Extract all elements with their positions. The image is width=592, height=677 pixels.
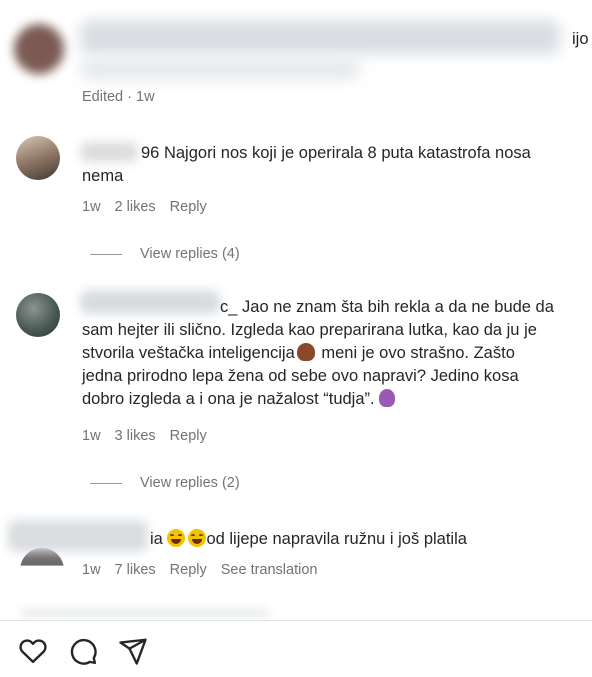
comment-text: 96 Najgori nos koji je operirala 8 puta … xyxy=(141,142,591,165)
comment-username[interactable]: ia xyxy=(150,530,163,548)
view-replies-label[interactable]: View replies (4) xyxy=(140,246,240,262)
comment-body: Jao ne znam šta bih rekla a da ne bude d… xyxy=(242,298,554,316)
comment-body: dobro izgleda a i ona je nažalost “tudja… xyxy=(82,390,375,408)
reply-button[interactable]: Reply xyxy=(170,199,207,215)
blurred-next-comment xyxy=(20,608,270,618)
blurred-username xyxy=(8,520,148,552)
comment-text-continued: nema xyxy=(82,167,124,185)
comment-body: od lijepe napravila ružnu i još platila xyxy=(206,530,467,548)
comment-text-line: sam hejter ili slično. Izgleda kao prepa… xyxy=(82,321,537,339)
likes-count[interactable]: 3 likes xyxy=(115,428,156,444)
person-shrug-emoji-icon xyxy=(296,343,315,361)
edited-time: Edited · 1w xyxy=(82,89,155,105)
divider xyxy=(90,482,122,484)
avatar[interactable] xyxy=(14,24,64,74)
comment-text: ia od lijepe napravila ružnu i još plati… xyxy=(150,528,467,551)
view-replies-button[interactable]: View replies (2) xyxy=(90,475,240,491)
see-translation-button[interactable]: See translation xyxy=(221,562,318,578)
view-replies-label[interactable]: View replies (2) xyxy=(140,475,240,491)
reply-button[interactable]: Reply xyxy=(170,562,207,578)
comment-username[interactable]: 96 xyxy=(141,144,159,162)
comment-text-line: stvorila veštačka inteligencija meni je … xyxy=(82,342,592,365)
comment-time: 1w xyxy=(82,199,101,215)
likes-count[interactable]: 7 likes xyxy=(115,562,156,578)
comment-text-line: dobro izgleda a i ona je nažalost “tudja… xyxy=(82,388,395,411)
person-raising-hands-emoji-icon xyxy=(378,389,395,407)
comment-body: meni je ovo strašno. Zašto xyxy=(316,344,515,362)
avatar[interactable] xyxy=(16,293,60,337)
laughing-emoji-icon xyxy=(188,529,207,547)
likes-count[interactable]: 2 likes xyxy=(115,199,156,215)
comment-text-line: jedna prirodno lepa žena od sebe ovo nap… xyxy=(82,367,519,385)
avatar[interactable] xyxy=(16,136,60,180)
reply-button[interactable]: Reply xyxy=(170,428,207,444)
comment-text: c_ Jao ne znam šta bih rekla a da ne bud… xyxy=(220,296,592,319)
blurred-text xyxy=(80,58,360,80)
comment-username[interactable]: c_ xyxy=(220,298,237,316)
blurred-username xyxy=(80,142,138,162)
blurred-username xyxy=(80,20,560,54)
comment-time: 1w xyxy=(82,562,101,578)
comment-body: Najgori nos koji je operirala 8 puta kat… xyxy=(163,144,531,162)
view-replies-button[interactable]: View replies (4) xyxy=(90,246,240,262)
comment-meta: Edited · 1w xyxy=(82,89,155,105)
comment-meta: 1w 7 likes Reply See translation xyxy=(82,562,317,578)
comment-icon[interactable] xyxy=(68,636,98,666)
divider xyxy=(0,620,592,621)
comment-body: stvorila veštačka inteligencija xyxy=(82,344,295,362)
comment-time: 1w xyxy=(82,428,101,444)
laughing-emoji-icon xyxy=(167,529,186,547)
blurred-username xyxy=(80,290,220,314)
comment-meta: 1w 2 likes Reply xyxy=(82,199,207,215)
heart-icon[interactable] xyxy=(18,636,48,664)
avatar[interactable] xyxy=(20,548,64,566)
divider xyxy=(90,253,122,255)
comment-partial-text: ijo xyxy=(572,30,589,48)
comment-meta: 1w 3 likes Reply xyxy=(82,428,207,444)
share-icon[interactable] xyxy=(118,636,148,666)
